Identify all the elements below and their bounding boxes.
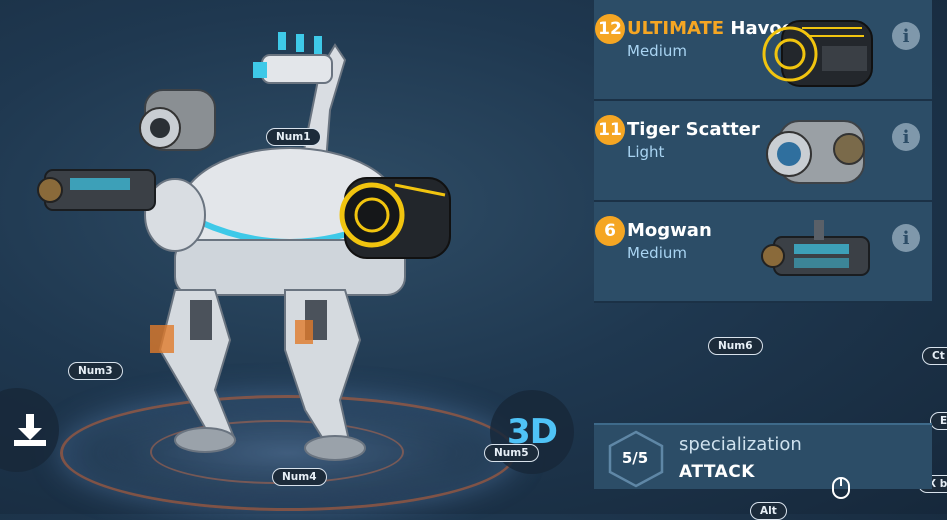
specialization-count: 5/5 — [621, 449, 649, 467]
key-hint-e: E — [930, 412, 947, 430]
mouse-icon — [832, 477, 850, 499]
mogwan-weapon-icon — [761, 220, 870, 276]
key-hint-num5: Num5 — [484, 444, 539, 462]
weapon-info-button[interactable]: i — [892, 224, 920, 252]
weapon-level-badge: 6 — [595, 216, 625, 246]
specialization-label: specialization — [679, 434, 802, 455]
key-hint-ctrl: Ct — [922, 347, 947, 365]
weapon-name: Mogwan — [627, 220, 712, 241]
weapon-class: Medium — [627, 244, 687, 262]
havoc-weapon-icon — [762, 20, 873, 87]
key-hint-num3: Num3 — [68, 362, 123, 380]
key-hint-num4: Num4 — [272, 468, 327, 486]
weapon-info-button[interactable]: i — [892, 22, 920, 50]
key-hint-alt: Alt — [750, 502, 787, 520]
weapon-slot-2[interactable]: 11 Tiger Scatter Light i — [594, 101, 932, 202]
robot-scene[interactable]: Num1 Num3 Num4 3D — [0, 0, 590, 514]
weapon-name: Tiger Scatter — [627, 119, 760, 140]
tiger-scatter-weapon-icon — [766, 120, 865, 184]
weapon-name-text: Mogwan — [627, 220, 712, 241]
weapon-slot-1[interactable]: 12 ULTIMATE Havoc Medium i — [594, 0, 932, 101]
weapon-name-text: Tiger Scatter — [627, 119, 760, 140]
key-hint-num6: Num6 — [708, 337, 763, 355]
weapon-slot-3[interactable]: 6 Mogwan Medium i — [594, 202, 932, 303]
weapon-info-button[interactable]: i — [892, 123, 920, 151]
weapon-class: Medium — [627, 42, 687, 60]
weapon-level-badge: 11 — [595, 115, 625, 145]
specialization-value: ATTACK — [679, 462, 755, 482]
weapon-level-badge: 12 — [595, 14, 625, 44]
specialization-panel[interactable]: 5/5 specialization ATTACK — [594, 423, 932, 489]
key-hint-num1: Num1 — [266, 128, 321, 146]
weapons-panel: 12 ULTIMATE Havoc Medium i 11 Tiger Scat… — [594, 0, 932, 303]
weapon-rarity-label: ULTIMATE — [627, 18, 725, 39]
weapon-class: Light — [627, 143, 665, 161]
download-icon — [14, 414, 46, 446]
